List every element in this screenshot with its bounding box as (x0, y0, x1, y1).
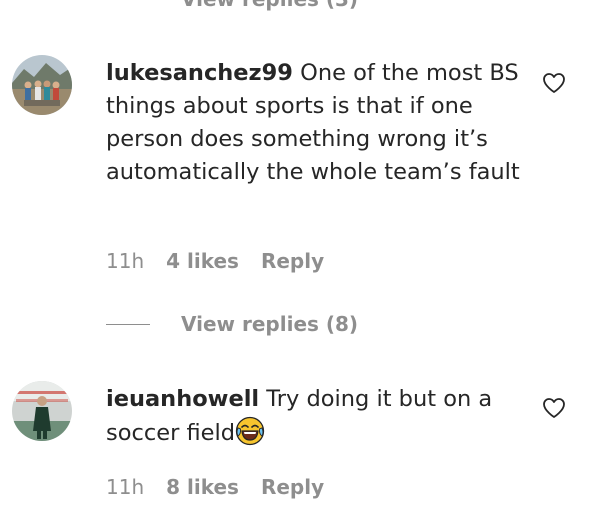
comment-text: ieuanhowell Try doing it but on a soccer… (106, 383, 524, 450)
comment-likes[interactable]: 4 likes (166, 248, 239, 274)
view-replies-row: View replies (8) (106, 311, 358, 337)
heart-outline-icon[interactable] (542, 72, 566, 94)
reply-button[interactable]: Reply (261, 474, 324, 500)
avatar-image (12, 381, 72, 441)
comment-meta: 11h 8 likes Reply (106, 474, 324, 500)
avatar-image (12, 55, 72, 115)
comment-timestamp: 11h (106, 475, 145, 499)
comment-username[interactable]: ieuanhowell (106, 386, 259, 412)
reply-button[interactable]: Reply (261, 248, 324, 274)
replies-divider-line (106, 323, 150, 325)
avatar[interactable] (12, 381, 72, 441)
comment-likes[interactable]: 8 likes (166, 474, 239, 500)
view-replies-button[interactable]: View replies (8) (181, 311, 358, 337)
comment-text: lukesanchez99 One of the most BS things … (106, 57, 524, 189)
comment-username[interactable]: lukesanchez99 (106, 60, 293, 86)
heart-outline-icon[interactable] (542, 397, 566, 419)
avatar[interactable] (12, 55, 72, 115)
comment-meta: 11h 4 likes Reply (106, 248, 324, 274)
view-replies-button[interactable]: View replies (3) (181, 0, 358, 12)
comment-timestamp: 11h (106, 249, 145, 273)
laughing-emoji-icon (235, 416, 265, 446)
view-replies-row: View replies (3) (106, 0, 358, 12)
